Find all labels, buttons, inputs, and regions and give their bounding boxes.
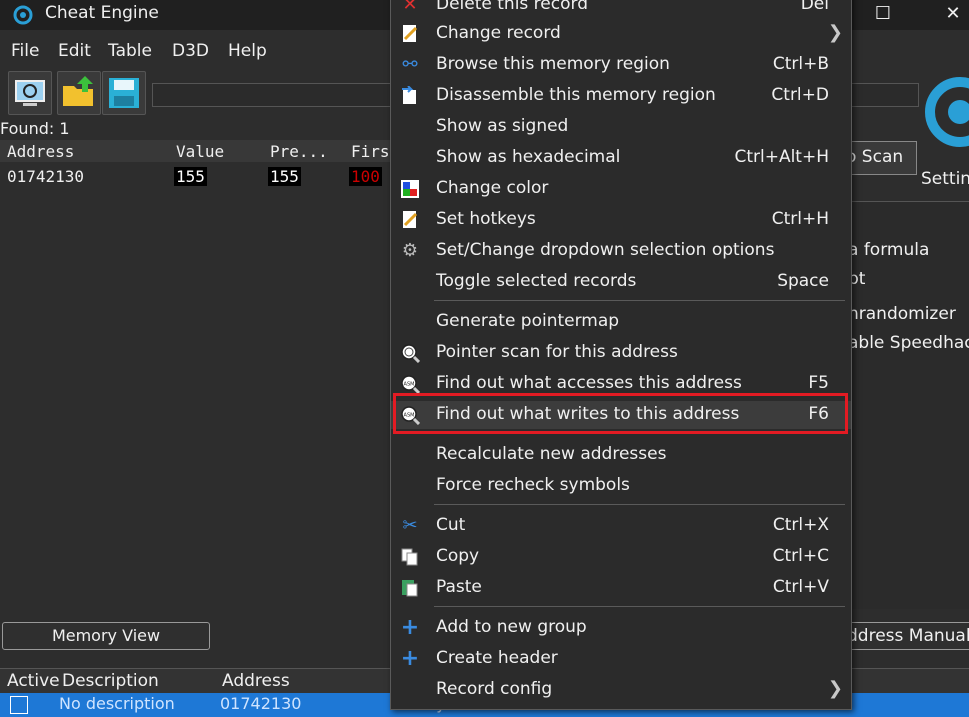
- menu-table[interactable]: Table: [108, 41, 152, 61]
- disassemble-icon: [400, 85, 420, 106]
- open-process-button[interactable]: [8, 71, 52, 115]
- menu-change-record[interactable]: Change record ❯: [391, 20, 851, 48]
- menu-pointer-scan[interactable]: Pointer scan for this address: [391, 339, 851, 367]
- highlight-annotation: [393, 393, 848, 434]
- close-button[interactable]: ✕: [935, 2, 969, 28]
- menu-delete-record[interactable]: ✕ Delete this record Del: [391, 0, 851, 19]
- hotkey-icon: [400, 210, 420, 230]
- first-scan-label: o Scan: [846, 147, 904, 167]
- menu-toggle-records[interactable]: Toggle selected records Space: [391, 268, 851, 296]
- context-menu: ✕ Delete this record Del Change record ❯…: [390, 0, 852, 710]
- plus-icon: +: [400, 615, 420, 640]
- folder-open-icon: [63, 76, 93, 106]
- result-previous: 155: [268, 167, 301, 186]
- paste-icon: [400, 578, 420, 598]
- option-unrandomizer[interactable]: nrandomizer: [848, 304, 969, 324]
- menu-dropdown-options[interactable]: ⚙ Set/Change dropdown selection options: [391, 237, 851, 265]
- menu-show-signed[interactable]: Show as signed: [391, 113, 851, 141]
- option-speedhack[interactable]: able Speedhac: [848, 333, 969, 353]
- found-count: Found: 1: [0, 119, 70, 138]
- menu-change-color[interactable]: Change color: [391, 175, 851, 203]
- cut-icon: ✂: [402, 515, 418, 536]
- cheat-engine-logo-icon: [13, 5, 33, 25]
- option-not[interactable]: pt: [848, 269, 969, 289]
- cheat-engine-settings-logo-icon[interactable]: [920, 64, 969, 164]
- save-button[interactable]: [102, 71, 146, 115]
- menu-disassemble[interactable]: Disassemble this memory region Ctrl+D: [391, 82, 851, 110]
- floppy-disk-icon: [109, 78, 139, 108]
- result-address[interactable]: 01742130: [7, 167, 84, 186]
- menu-paste[interactable]: Paste Ctrl+V: [391, 574, 851, 602]
- row-address: 01742130: [220, 694, 302, 713]
- column-value[interactable]: Value: [176, 142, 224, 161]
- option-lua-formula[interactable]: a formula: [848, 240, 969, 260]
- edit-icon: [400, 24, 420, 44]
- menu-separator: [434, 606, 845, 607]
- menu-add-group[interactable]: + Add to new group: [391, 614, 851, 642]
- column-first[interactable]: Firs: [351, 142, 390, 161]
- submenu-arrow-icon: ❯: [827, 678, 843, 699]
- active-checkbox[interactable]: [10, 696, 28, 714]
- menu-separator: [434, 300, 845, 301]
- menu-help[interactable]: Help: [228, 41, 267, 61]
- menu-file[interactable]: File: [11, 41, 39, 61]
- add-address-label: ddress Manually: [847, 626, 969, 646]
- menu-d3d[interactable]: D3D: [172, 41, 209, 61]
- color-icon: [400, 179, 420, 199]
- computer-search-icon: [15, 80, 45, 106]
- submenu-arrow-icon: ❯: [827, 22, 843, 43]
- menu-recheck-symbols[interactable]: Force recheck symbols: [391, 472, 851, 500]
- result-first: 100: [349, 167, 382, 186]
- menu-create-header[interactable]: + Create header: [391, 645, 851, 673]
- svg-text:ASM: ASM: [404, 382, 415, 388]
- menu-recalculate[interactable]: Recalculate new addresses: [391, 441, 851, 469]
- menu-separator: [434, 504, 845, 505]
- menu-show-hex[interactable]: Show as hexadecimal Ctrl+Alt+H: [391, 144, 851, 172]
- pointer-scan-icon: [400, 343, 421, 364]
- first-scan-button[interactable]: o Scan: [845, 141, 917, 175]
- row-description: No description: [59, 694, 175, 713]
- window-title: Cheat Engine: [45, 3, 159, 23]
- column-table-address[interactable]: Address: [222, 671, 290, 691]
- result-value: 155: [174, 167, 207, 186]
- column-previous[interactable]: Pre...: [270, 142, 328, 161]
- copy-icon: [400, 547, 420, 567]
- menu-cut[interactable]: ✂ Cut Ctrl+X: [391, 512, 851, 540]
- scan-options-panel: [848, 201, 969, 609]
- memory-view-button[interactable]: Memory View: [2, 622, 210, 650]
- results-header: Address Value Pre... Firs: [0, 140, 392, 162]
- maximize-button[interactable]: ☐: [865, 2, 901, 28]
- column-description[interactable]: Description: [62, 671, 159, 691]
- open-file-button[interactable]: [57, 71, 101, 115]
- menu-edit[interactable]: Edit: [58, 41, 91, 61]
- plus-icon: +: [400, 646, 420, 671]
- add-address-manually-button[interactable]: ddress Manually: [834, 622, 969, 650]
- binoculars-icon: ⚯: [402, 54, 418, 75]
- menu-browse-memory[interactable]: ⚯ Browse this memory region Ctrl+B: [391, 51, 851, 79]
- asm-icon: ASM: [400, 374, 421, 395]
- column-active[interactable]: Active: [7, 671, 60, 691]
- delete-icon: ✕: [402, 0, 418, 15]
- menu-generate-pointermap[interactable]: Generate pointermap: [391, 308, 851, 336]
- menu-record-config[interactable]: Record config ❯: [391, 676, 851, 704]
- column-address[interactable]: Address: [7, 142, 74, 161]
- settings-label[interactable]: Settin: [921, 169, 969, 189]
- menu-copy[interactable]: Copy Ctrl+C: [391, 543, 851, 571]
- gear-icon: ⚙: [401, 240, 419, 261]
- menu-set-hotkeys[interactable]: Set hotkeys Ctrl+H: [391, 206, 851, 234]
